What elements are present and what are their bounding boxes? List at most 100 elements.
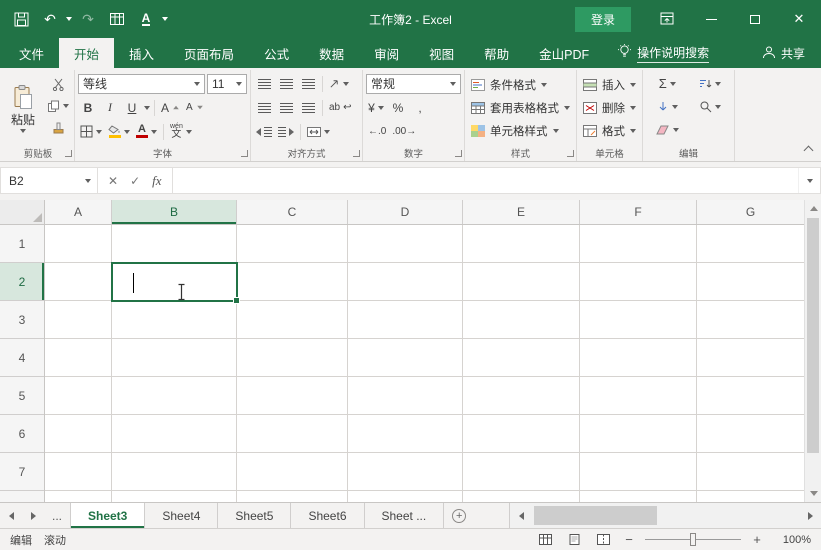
prev-sheet-icon[interactable]: [0, 503, 22, 528]
qat-customize-caret-icon[interactable]: [162, 17, 168, 21]
name-box[interactable]: B2: [1, 168, 97, 193]
align-right-button[interactable]: [298, 97, 318, 118]
grid-column-G[interactable]: [697, 225, 804, 502]
name-box-caret-icon[interactable]: [85, 179, 97, 183]
scroll-up-icon[interactable]: [805, 200, 821, 217]
ribbon-tab-data[interactable]: 数据: [304, 38, 359, 68]
number-format-combo[interactable]: 常规: [366, 74, 461, 94]
borders-button[interactable]: [78, 121, 104, 142]
grid-column-C[interactable]: [237, 225, 348, 502]
ribbon-tab-page-layout[interactable]: 页面布局: [169, 38, 249, 68]
ribbon-tab-help[interactable]: 帮助: [469, 38, 524, 68]
column-header-C[interactable]: C: [237, 200, 348, 224]
zoom-out-icon[interactable]: −: [622, 532, 636, 547]
row-header-1[interactable]: 1: [0, 225, 44, 263]
cut-button[interactable]: [45, 74, 71, 94]
ribbon-display-options-icon[interactable]: [645, 0, 689, 38]
ribbon-tab-jinshan-pdf[interactable]: 金山PDF: [524, 38, 604, 68]
undo-caret-icon[interactable]: [66, 17, 72, 21]
merge-center-button[interactable]: [305, 121, 332, 142]
share-button[interactable]: 共享: [762, 38, 821, 68]
sheet-tab-sheet6[interactable]: Sheet6: [291, 503, 364, 528]
horizontal-scrollbar[interactable]: [509, 503, 821, 528]
paste-button[interactable]: 粘贴: [5, 72, 41, 145]
ribbon-tab-insert[interactable]: 插入: [114, 38, 169, 68]
fill-color-button[interactable]: [106, 121, 132, 142]
cell-styles-button[interactable]: 单元格样式: [468, 119, 573, 142]
font-color-button[interactable]: A: [134, 121, 159, 142]
row-header-5[interactable]: 5: [0, 377, 44, 415]
column-header-A[interactable]: A: [45, 200, 112, 224]
align-top-button[interactable]: [254, 73, 274, 94]
horizontal-scroll-thumb[interactable]: [534, 506, 657, 525]
undo-icon[interactable]: ↶: [37, 6, 63, 32]
horizontal-scroll-track[interactable]: [532, 503, 799, 528]
collapse-ribbon-icon[interactable]: [804, 146, 814, 156]
cancel-icon[interactable]: ✕: [108, 174, 118, 188]
zoom-slider[interactable]: [645, 539, 741, 540]
increase-decimal-button[interactable]: ←.0: [366, 121, 388, 142]
table-icon[interactable]: [104, 6, 130, 32]
formula-input[interactable]: [172, 168, 798, 193]
minimize-button[interactable]: [689, 0, 733, 38]
format-as-table-button[interactable]: 套用表格格式: [468, 96, 573, 119]
wrap-text-button[interactable]: ab↩: [327, 97, 354, 118]
sheet-tab-sheet7[interactable]: Sheet ...: [365, 503, 445, 528]
column-header-G[interactable]: G: [697, 200, 804, 224]
bold-button[interactable]: B: [78, 97, 98, 118]
page-layout-view-icon[interactable]: [564, 531, 584, 549]
ribbon-tab-file[interactable]: 文件: [4, 38, 59, 68]
ribbon-tab-formulas[interactable]: 公式: [249, 38, 304, 68]
underline-button[interactable]: U: [122, 97, 142, 118]
find-select-button[interactable]: [689, 96, 732, 117]
grid-column-E[interactable]: [463, 225, 580, 502]
sort-filter-button[interactable]: [689, 73, 732, 94]
row-header-2[interactable]: 2: [0, 263, 44, 301]
column-header-F[interactable]: F: [580, 200, 697, 224]
row-header-7[interactable]: 7: [0, 453, 44, 491]
ribbon-tab-review[interactable]: 审阅: [359, 38, 414, 68]
fill-button[interactable]: [646, 96, 689, 117]
increase-indent-button[interactable]: [276, 121, 296, 142]
redo-icon[interactable]: ↷: [75, 6, 101, 32]
styles-dialog-launcher-icon[interactable]: [567, 150, 574, 157]
row-header-4[interactable]: 4: [0, 339, 44, 377]
row-header-3[interactable]: 3: [0, 301, 44, 339]
font-size-combo[interactable]: 11: [207, 74, 247, 94]
page-break-view-icon[interactable]: [593, 531, 613, 549]
clipboard-dialog-launcher-icon[interactable]: [65, 150, 72, 157]
copy-button[interactable]: [45, 96, 71, 116]
clear-button[interactable]: [646, 119, 689, 140]
font-dialog-launcher-icon[interactable]: [241, 150, 248, 157]
ribbon-tab-view[interactable]: 视图: [414, 38, 469, 68]
align-center-button[interactable]: [276, 97, 296, 118]
decrease-font-size-button[interactable]: A: [184, 97, 206, 118]
grid-column-D[interactable]: [348, 225, 463, 502]
align-bottom-button[interactable]: [298, 73, 318, 94]
vertical-scrollbar[interactable]: [804, 200, 821, 502]
close-button[interactable]: ✕: [777, 0, 821, 38]
sheet-tab-sheet5[interactable]: Sheet5: [218, 503, 291, 528]
italic-button[interactable]: I: [100, 97, 120, 118]
phonetic-guide-button[interactable]: wén 文: [168, 121, 194, 142]
zoom-slider-thumb[interactable]: [690, 533, 696, 546]
sheet-tab-sheet4[interactable]: Sheet4: [145, 503, 218, 528]
insert-cells-button[interactable]: 插入: [580, 73, 639, 96]
comma-style-button[interactable]: ,: [410, 97, 430, 118]
format-cells-button[interactable]: 格式: [580, 119, 639, 142]
ribbon-tab-home[interactable]: 开始: [59, 38, 114, 68]
delete-cells-button[interactable]: 删除: [580, 96, 639, 119]
conditional-formatting-button[interactable]: 条件格式: [468, 73, 573, 96]
percent-style-button[interactable]: %: [388, 97, 408, 118]
row-header-6[interactable]: 6: [0, 415, 44, 453]
underline-caret-icon[interactable]: [144, 106, 150, 110]
sign-in-button[interactable]: 登录: [575, 7, 631, 32]
number-dialog-launcher-icon[interactable]: [455, 150, 462, 157]
format-painter-button[interactable]: [45, 118, 71, 138]
align-left-button[interactable]: [254, 97, 274, 118]
zoom-in-icon[interactable]: +: [750, 532, 764, 547]
column-header-D[interactable]: D: [348, 200, 463, 224]
vertical-scroll-thumb[interactable]: [807, 218, 819, 453]
tell-me-search[interactable]: 操作说明搜索: [604, 38, 723, 68]
increase-font-size-button[interactable]: A: [159, 97, 182, 118]
